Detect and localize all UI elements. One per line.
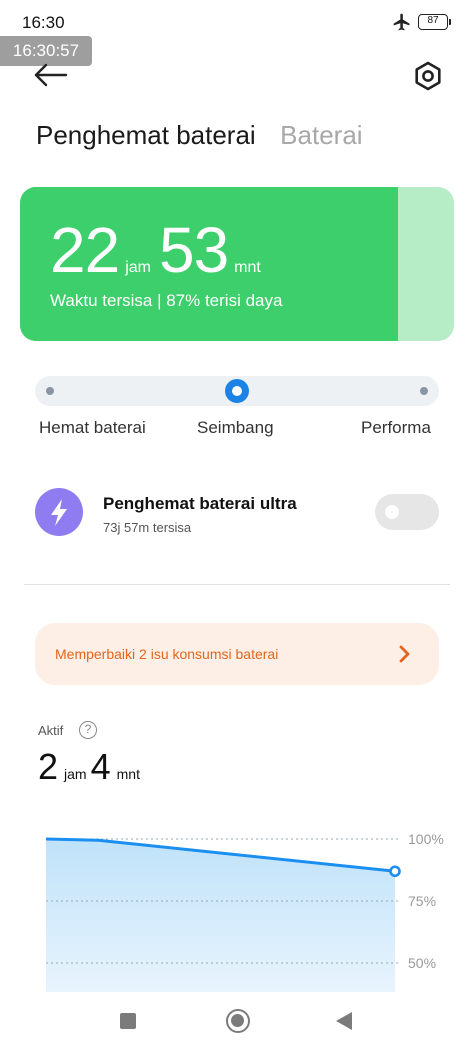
recent-apps-icon[interactable] (120, 1013, 136, 1029)
back-button[interactable] (30, 60, 70, 90)
active-hours: 2 (38, 746, 59, 787)
arrow-left-icon (34, 63, 68, 87)
navigation-bar (0, 992, 474, 1053)
mode-label-hemat[interactable]: Hemat baterai (39, 418, 146, 438)
remaining-time: 22 jam 53 mnt (50, 213, 269, 287)
mode-label-seimbang[interactable]: Seimbang (197, 418, 274, 438)
battery-level-chart: 100% 75% 50% (45, 831, 444, 992)
active-hours-unit: jam (64, 766, 87, 782)
airplane-mode-icon (393, 13, 410, 31)
mode-label-performa[interactable]: Performa (361, 418, 431, 438)
chart-y-tick-label: 100% (408, 831, 444, 847)
home-icon[interactable] (226, 1009, 250, 1033)
battery-remaining-card: 22 jam 53 mnt Waktu tersisa | 87% terisi da… (20, 187, 454, 341)
ultra-saver-row[interactable]: Penghemat baterai ultra 73j 57m tersisa (35, 486, 439, 542)
remaining-hours-unit: jam (125, 259, 151, 276)
performance-mode-slider[interactable] (35, 376, 439, 406)
remaining-subtitle: Waktu tersisa | 87% terisi daya (50, 291, 283, 310)
chart-y-tick-label: 50% (408, 955, 436, 971)
battery-issue-banner[interactable]: Memperbaiki 2 isu konsumsi baterai (35, 623, 439, 685)
status-time: 16:30 (22, 13, 65, 32)
tab-baterai[interactable]: Baterai (280, 120, 362, 151)
active-minutes: 4 (90, 746, 111, 787)
chart-y-tick-label: 75% (408, 893, 436, 909)
chevron-right-icon (399, 645, 410, 663)
remaining-minutes: 53 (158, 214, 229, 286)
ultra-saver-toggle[interactable] (375, 494, 439, 530)
lightning-bolt-icon (51, 499, 67, 526)
settings-button[interactable] (410, 58, 446, 94)
ultra-saver-subtitle: 73j 57m tersisa (103, 520, 192, 535)
back-triangle-icon[interactable] (336, 1012, 352, 1030)
active-minutes-unit: mnt (116, 766, 140, 782)
divider (24, 584, 450, 585)
issue-text: Memperbaiki 2 isu konsumsi baterai (55, 646, 279, 662)
remaining-minutes-unit: mnt (234, 259, 261, 276)
slider-stop-performa[interactable] (420, 387, 428, 395)
question-mark-icon[interactable]: ? (79, 721, 97, 739)
tab-row: Penghemat baterai Baterai (36, 120, 383, 156)
slider-stop-hemat[interactable] (46, 387, 54, 395)
tab-penghemat-baterai[interactable]: Penghemat baterai (36, 120, 256, 151)
chart-current-point (389, 865, 401, 878)
active-label: Aktif (38, 723, 64, 738)
active-time: 2 jam 4 mnt (38, 746, 144, 788)
ultra-saver-icon-badge (35, 488, 83, 536)
battery-icon: 87 (418, 14, 451, 30)
chart-area (46, 839, 395, 992)
battery-level: 87 (427, 15, 439, 26)
gear-icon (415, 61, 441, 91)
ultra-saver-title: Penghemat baterai ultra (103, 494, 297, 513)
slider-thumb[interactable] (225, 379, 249, 403)
remaining-hours: 22 (50, 214, 120, 286)
